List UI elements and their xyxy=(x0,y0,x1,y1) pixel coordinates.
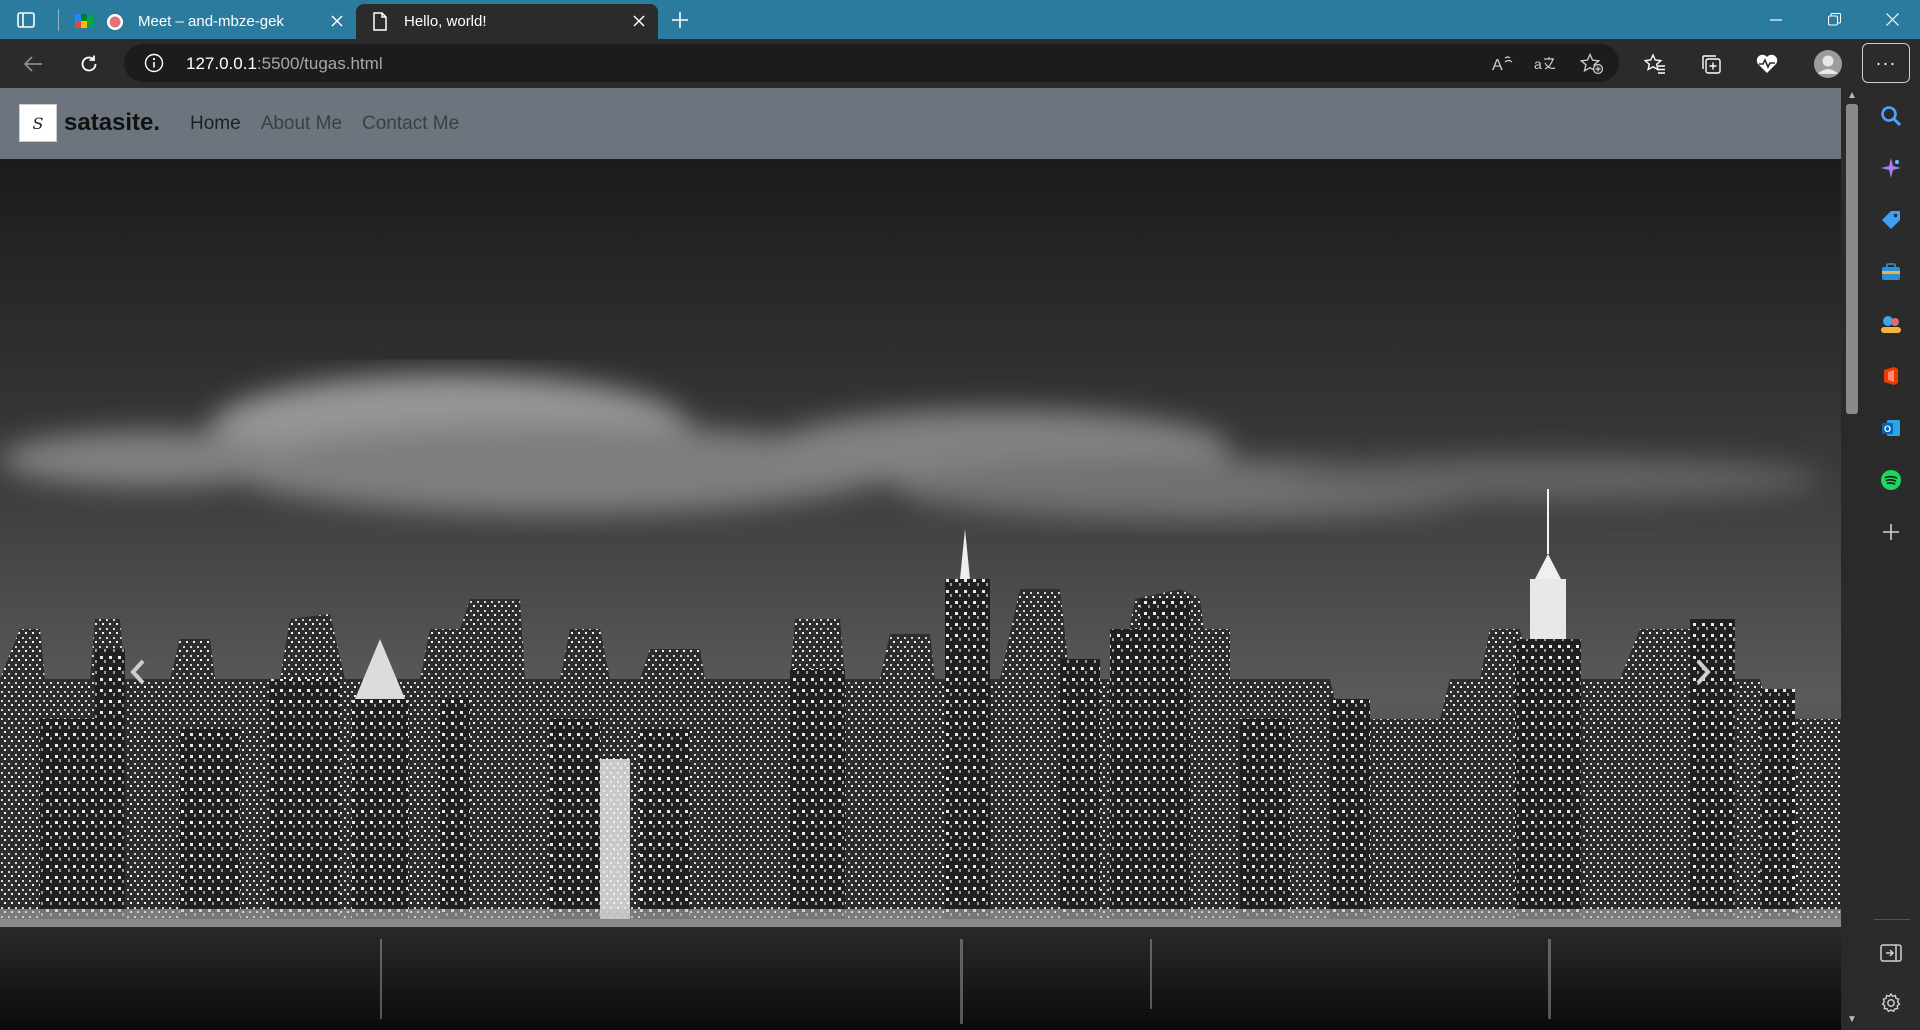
page-scrollbar[interactable]: ▲ ▼ xyxy=(1841,88,1863,1030)
collections-icon[interactable] xyxy=(1696,49,1726,79)
translate-icon[interactable]: a xyxy=(1533,51,1559,77)
svg-text:a: a xyxy=(1534,56,1542,72)
carousel-next-button[interactable] xyxy=(1673,642,1733,702)
nav-about-me[interactable]: About Me xyxy=(261,113,342,135)
tab-strip: Meet – and-mbze-gek Hello, world! xyxy=(0,0,1920,39)
settings-menu-button[interactable]: ··· xyxy=(1862,43,1910,83)
url-text[interactable]: 127.0.0.1:5500/tugas.html xyxy=(186,54,383,74)
svg-text:O: O xyxy=(1884,424,1891,434)
office-icon[interactable] xyxy=(1875,360,1907,392)
site-info-icon[interactable] xyxy=(144,53,164,73)
games-icon[interactable] xyxy=(1875,308,1907,340)
nav-contact-me[interactable]: Contact Me xyxy=(362,113,459,135)
add-icon[interactable] xyxy=(1875,516,1907,548)
address-bar[interactable]: 127.0.0.1:5500/tugas.html A a xyxy=(124,44,1619,82)
site-navbar: S satasite. Home About Me Contact Me xyxy=(0,88,1841,159)
close-tab-icon[interactable] xyxy=(328,12,346,30)
tab-hello-world[interactable]: Hello, world! xyxy=(356,4,658,39)
carousel-image xyxy=(0,159,1841,1030)
google-meet-icon xyxy=(74,12,94,35)
sidebar-divider xyxy=(1874,919,1910,920)
tab-actions-icon[interactable] xyxy=(14,8,38,32)
nav-links: Home About Me Contact Me xyxy=(190,113,479,135)
tab-title: Hello, world! xyxy=(404,13,487,30)
page-icon xyxy=(372,12,388,36)
brand[interactable]: S satasite. xyxy=(19,104,160,142)
profile-avatar[interactable] xyxy=(1812,48,1844,80)
favorites-icon[interactable] xyxy=(1640,49,1670,79)
search-icon[interactable] xyxy=(1875,100,1907,132)
new-tab-button[interactable] xyxy=(668,8,692,32)
carousel-prev-button[interactable] xyxy=(108,642,168,702)
add-favorite-icon[interactable] xyxy=(1579,51,1605,77)
outlook-icon[interactable]: O xyxy=(1875,412,1907,444)
hero-carousel xyxy=(0,159,1841,1030)
restore-button[interactable] xyxy=(1805,0,1863,39)
settings-icon[interactable] xyxy=(1875,987,1907,1019)
close-window-button[interactable] xyxy=(1863,0,1920,39)
tab-separator xyxy=(58,9,59,31)
refresh-button[interactable] xyxy=(74,49,104,79)
browser-toolbar: 127.0.0.1:5500/tugas.html A a ··· xyxy=(0,39,1920,88)
scroll-up-icon[interactable]: ▲ xyxy=(1846,90,1858,102)
svg-text:A: A xyxy=(1492,57,1503,74)
brand-logo: S xyxy=(19,104,57,142)
scroll-down-icon[interactable]: ▼ xyxy=(1846,1014,1858,1026)
brand-name: satasite. xyxy=(64,109,161,136)
browser-essentials-icon[interactable] xyxy=(1752,49,1782,79)
tab-title: Meet – and-mbze-gek xyxy=(138,13,284,30)
read-aloud-icon[interactable]: A xyxy=(1489,51,1515,77)
close-tab-icon[interactable] xyxy=(630,12,648,30)
back-button[interactable] xyxy=(18,49,48,79)
tools-icon[interactable] xyxy=(1875,256,1907,288)
recording-icon xyxy=(106,13,124,36)
scroll-thumb[interactable] xyxy=(1846,104,1858,414)
spotify-icon[interactable] xyxy=(1875,464,1907,496)
hide-sidebar-icon[interactable] xyxy=(1875,937,1907,969)
nav-home[interactable]: Home xyxy=(190,113,241,135)
page-viewport: S satasite. Home About Me Contact Me xyxy=(0,88,1841,1030)
shopping-tag-icon[interactable] xyxy=(1875,204,1907,236)
tab-meet[interactable]: Meet – and-mbze-gek xyxy=(64,4,356,39)
copilot-icon[interactable] xyxy=(1875,152,1907,184)
edge-sidebar: O xyxy=(1863,88,1920,1030)
minimize-button[interactable] xyxy=(1747,0,1805,39)
